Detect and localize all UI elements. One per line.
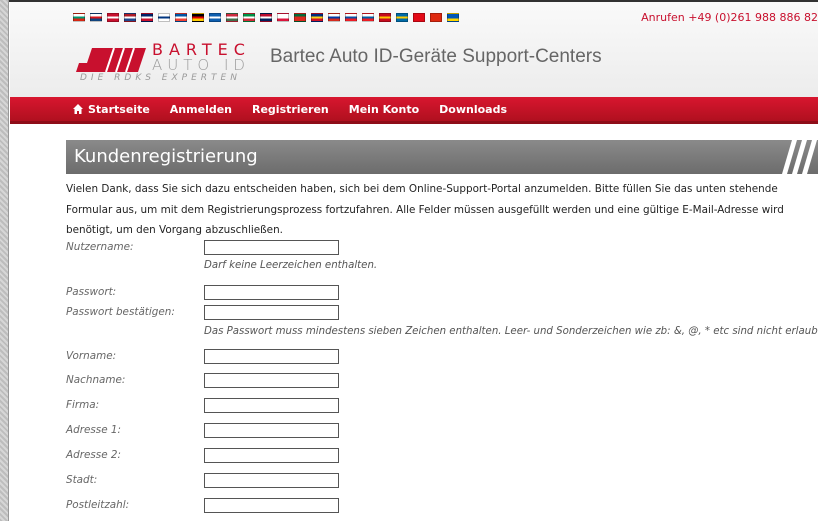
page-title: Kundenregistrierung [74,146,258,167]
postcode-input[interactable] [204,498,339,513]
label-city: Stadt: [66,474,98,486]
label-password: Passwort: [66,286,117,298]
flag-sweden-icon[interactable] [396,13,408,22]
intro-text: Vielen Dank, dass Sie sich dazu entschei… [66,183,784,236]
language-flags [73,13,464,22]
page-title-bar: Kundenregistrierung [66,140,818,174]
logo-stripes-icon [76,48,146,72]
flag-uk-icon[interactable] [141,13,153,22]
label-username: Nutzername: [66,241,134,253]
nav-mein-konto[interactable]: Mein Konto [349,103,419,116]
flag-czech-icon[interactable] [90,13,102,22]
brand-tagline: DIE RDKS EXPERTEN [80,73,241,83]
main-nav: Startseite Anmelden Registrieren Mein Ko… [10,97,818,124]
bartec-logo[interactable]: BARTEC AUTO ID DIE RDKS EXPERTEN [76,39,256,83]
site-header: Anrufen +49 (0)261 988 886 82 BARTEC AUT… [10,2,818,97]
label-last-name: Nachname: [66,374,126,386]
flag-italy-icon[interactable] [243,13,255,22]
first-name-input[interactable] [204,349,339,364]
company-input[interactable] [204,398,339,413]
nav-startseite[interactable]: Startseite [73,103,150,116]
flag-france-icon[interactable] [175,13,187,22]
city-input[interactable] [204,473,339,488]
flag-portugal-icon[interactable] [294,13,306,22]
nav-anmelden[interactable]: Anmelden [170,103,232,116]
flag-spain-icon[interactable] [379,13,391,22]
label-first-name: Vorname: [66,350,117,362]
flag-romania-icon[interactable] [311,13,323,22]
flag-hungary-icon[interactable] [226,13,238,22]
home-icon [73,104,83,114]
nav-item-label: Downloads [439,102,507,116]
address-2-input[interactable] [204,448,339,463]
label-address-1: Adresse 1: [66,424,122,436]
flag-netherlands-icon[interactable] [124,13,136,22]
address-1-input[interactable] [204,423,339,438]
flag-norway-icon[interactable] [260,13,272,22]
password-confirm-input[interactable] [204,305,339,320]
flag-turkey-icon[interactable] [413,13,425,22]
phone-number[interactable]: Anrufen +49 (0)261 988 886 82 [641,11,818,24]
flag-denmark-icon[interactable] [107,13,119,22]
hint-password: Das Passwort muss mindestens sieben Zeic… [204,326,818,337]
label-password-confirm: Passwort bestätigen: [66,306,175,318]
flag-finland-icon[interactable] [158,13,170,22]
flag-china-icon[interactable] [430,13,442,22]
label-address-2: Adresse 2: [66,449,122,461]
hint-username: Darf keine Leerzeichen enthalten. [204,260,378,271]
page: Anrufen +49 (0)261 988 886 82 BARTEC AUT… [10,2,818,521]
last-name-input[interactable] [204,373,339,388]
nav-item-label: Registrieren [252,102,329,116]
flag-germany-icon[interactable] [192,13,204,22]
password-input[interactable] [204,285,339,300]
window-left-edge [0,0,9,521]
flag-ukraine-icon[interactable] [447,13,459,22]
nav-downloads[interactable]: Downloads [439,103,507,116]
flag-bulgaria-icon[interactable] [73,13,85,22]
nav-item-label: Anmelden [169,102,232,116]
flag-greece-icon[interactable] [209,13,221,22]
nav-registrieren[interactable]: Registrieren [252,103,329,116]
flag-poland-icon[interactable] [277,13,289,22]
site-title: Bartec Auto ID-Geräte Support-Centers [270,46,602,67]
brand-subname: AUTO ID [152,56,250,74]
flag-slovakia-icon[interactable] [345,13,357,22]
flag-russia-icon[interactable] [328,13,340,22]
nav-item-label: Mein Konto [348,102,420,116]
nav-item-label: Startseite [88,102,150,116]
username-input[interactable] [204,240,339,255]
slashes-icon [782,140,817,174]
label-company: Firma: [66,399,100,411]
flag-slovenia-icon[interactable] [362,13,374,22]
label-postcode: Postleitzahl: [66,499,130,511]
